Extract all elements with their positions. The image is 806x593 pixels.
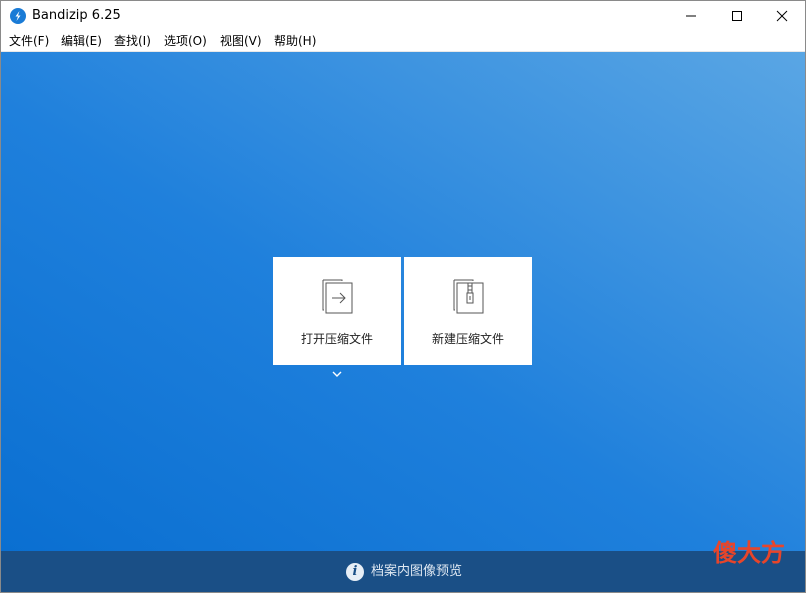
archive-image-preview-link[interactable]: 档案内图像预览 (371, 564, 462, 580)
menu-help[interactable]: 帮助(H) (274, 34, 316, 49)
menu-options[interactable]: 选项(O) (164, 34, 207, 49)
menu-bar: 文件(F) 编辑(E) 查找(I) 选项(O) 视图(V) 帮助(H) (1, 31, 805, 52)
close-icon (776, 10, 788, 22)
close-button[interactable] (759, 1, 804, 31)
new-archive-label: 新建压缩文件 (431, 332, 504, 346)
menu-view[interactable]: 视图(V) (220, 34, 262, 49)
menu-find[interactable]: 查找(I) (114, 34, 151, 49)
watermark-text: 傻大方 (713, 539, 785, 567)
maximize-icon (732, 11, 742, 21)
minimize-button[interactable] (668, 1, 713, 31)
minimize-icon (686, 15, 696, 17)
chevron-down-icon[interactable] (330, 369, 344, 379)
bandizip-app-icon[interactable] (10, 8, 26, 24)
new-archive-button[interactable]: 新建压缩文件 (404, 257, 532, 365)
open-archive-label: 打开压缩文件 (300, 332, 373, 346)
open-archive-icon (322, 279, 353, 314)
maximize-button[interactable] (714, 1, 759, 31)
watermark-logo: 傻大方 (713, 538, 795, 572)
status-bar: i 档案内图像预览 (1, 551, 805, 592)
title-bar[interactable]: Bandizip 6.25 (1, 1, 805, 31)
open-archive-button[interactable]: 打开压缩文件 (273, 257, 401, 365)
menu-edit[interactable]: 编辑(E) (61, 34, 102, 49)
app-window: Bandizip 6.25 文件(F) 编辑(E) 查找(I) 选项(O) 视图… (0, 0, 806, 593)
window-title: Bandizip 6.25 (32, 8, 121, 23)
new-archive-icon (453, 279, 484, 314)
menu-file[interactable]: 文件(F) (9, 34, 49, 49)
main-area: 打开压缩文件 新建压缩文件 (1, 52, 805, 551)
info-icon: i (346, 563, 364, 581)
